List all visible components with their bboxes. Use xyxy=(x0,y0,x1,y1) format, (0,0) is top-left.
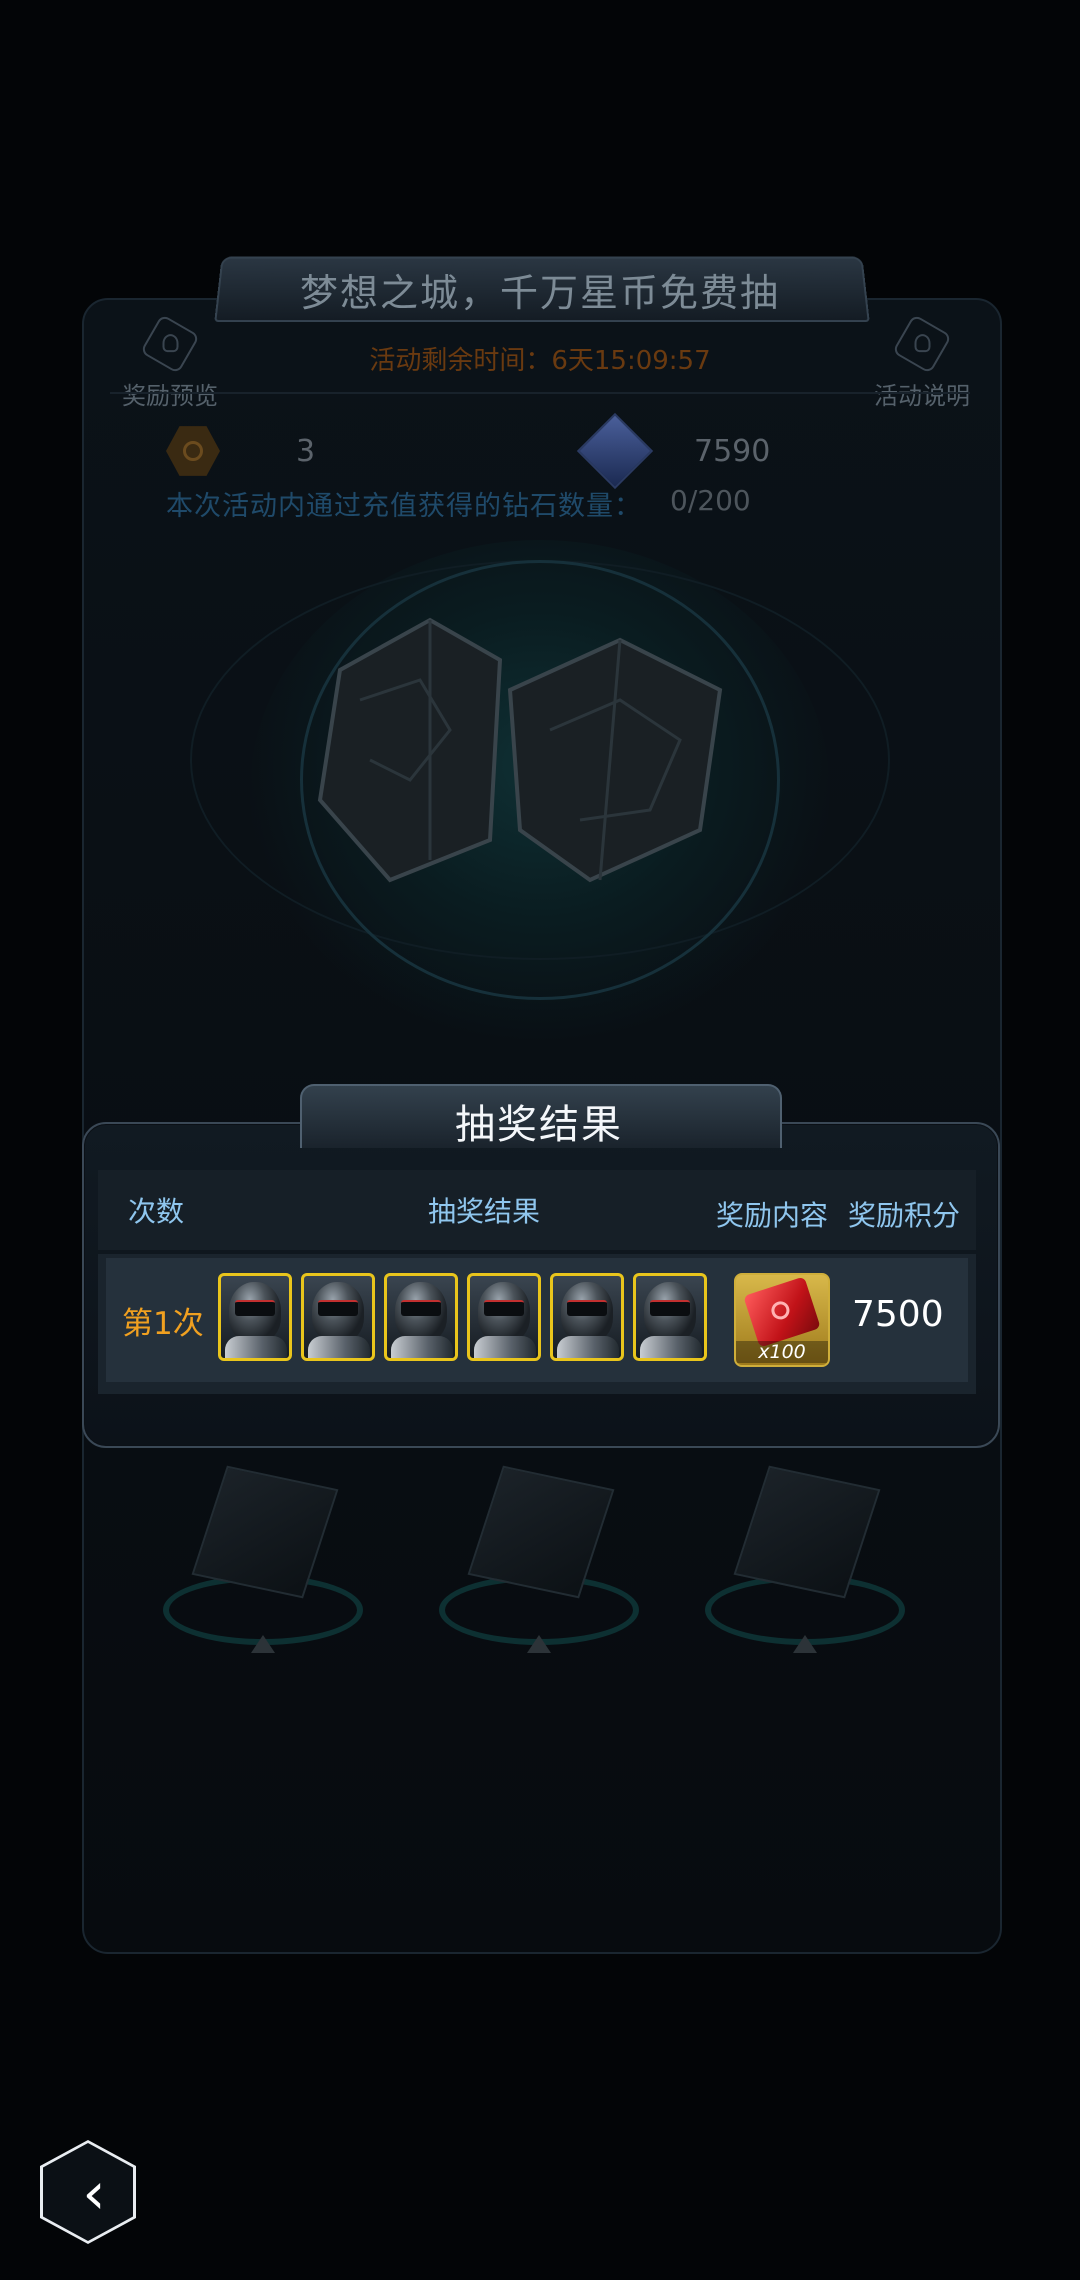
divider xyxy=(110,392,970,394)
column-header-points: 奖励积分 xyxy=(848,1199,961,1232)
reward-points: 7500 xyxy=(852,1294,944,1335)
loot-box[interactable] xyxy=(148,1445,378,1665)
lightbulb-icon xyxy=(891,313,953,375)
triangle-marker-icon xyxy=(251,1635,275,1653)
visor xyxy=(567,1300,607,1316)
reward-quantity: x100 xyxy=(736,1341,828,1363)
box-cube-icon xyxy=(191,1465,339,1599)
result-dialog-title: 抽奖结果 xyxy=(455,1102,623,1148)
column-header-result: 抽奖结果 xyxy=(428,1195,541,1228)
diamond-count: 7590 xyxy=(694,434,771,469)
chevron-left-icon: ‹ xyxy=(82,2159,106,2227)
back-button-inner: ‹ xyxy=(43,2143,133,2241)
visor xyxy=(484,1300,524,1316)
collar xyxy=(474,1336,536,1358)
event-timer: 活动剩余时间：6天15:09:57 xyxy=(369,346,711,376)
box-cube-icon xyxy=(733,1465,881,1599)
result-item-slot[interactable] xyxy=(301,1273,375,1361)
mystery-cube-icon xyxy=(317,617,723,883)
result-item-slot[interactable] xyxy=(550,1273,624,1361)
column-header-reward: 奖励内容 xyxy=(716,1199,829,1232)
lightbulb-icon xyxy=(139,313,201,375)
draw-count-label: 第1次 xyxy=(122,1306,204,1342)
result-item-slot[interactable] xyxy=(218,1273,292,1361)
token-count: 3 xyxy=(296,434,316,469)
reward-item[interactable]: x100 xyxy=(734,1273,830,1367)
collar xyxy=(225,1336,287,1358)
result-item-slot[interactable] xyxy=(384,1273,458,1361)
collar xyxy=(557,1336,619,1358)
page-title: 梦想之城，千万星币免费抽 xyxy=(299,271,780,315)
visor xyxy=(318,1300,358,1316)
triangle-marker-icon xyxy=(793,1635,817,1653)
back-button[interactable]: ‹ xyxy=(40,2140,136,2244)
recharge-label: 本次活动内通过充值获得的钻石数量： xyxy=(166,491,642,522)
collar xyxy=(391,1336,453,1358)
red-ticket-icon xyxy=(743,1276,821,1348)
result-item-slot[interactable] xyxy=(633,1273,707,1361)
loot-box[interactable] xyxy=(690,1445,920,1665)
column-header-count: 次数 xyxy=(128,1195,185,1228)
box-cube-icon xyxy=(467,1465,615,1599)
triangle-marker-icon xyxy=(527,1635,551,1653)
loot-box[interactable] xyxy=(424,1445,654,1665)
recharge-progress: 0/200 xyxy=(670,484,751,517)
collar xyxy=(640,1336,702,1358)
visor xyxy=(650,1300,690,1316)
visor xyxy=(235,1300,275,1316)
collar xyxy=(308,1336,370,1358)
visor xyxy=(401,1300,441,1316)
result-item-slot[interactable] xyxy=(467,1273,541,1361)
